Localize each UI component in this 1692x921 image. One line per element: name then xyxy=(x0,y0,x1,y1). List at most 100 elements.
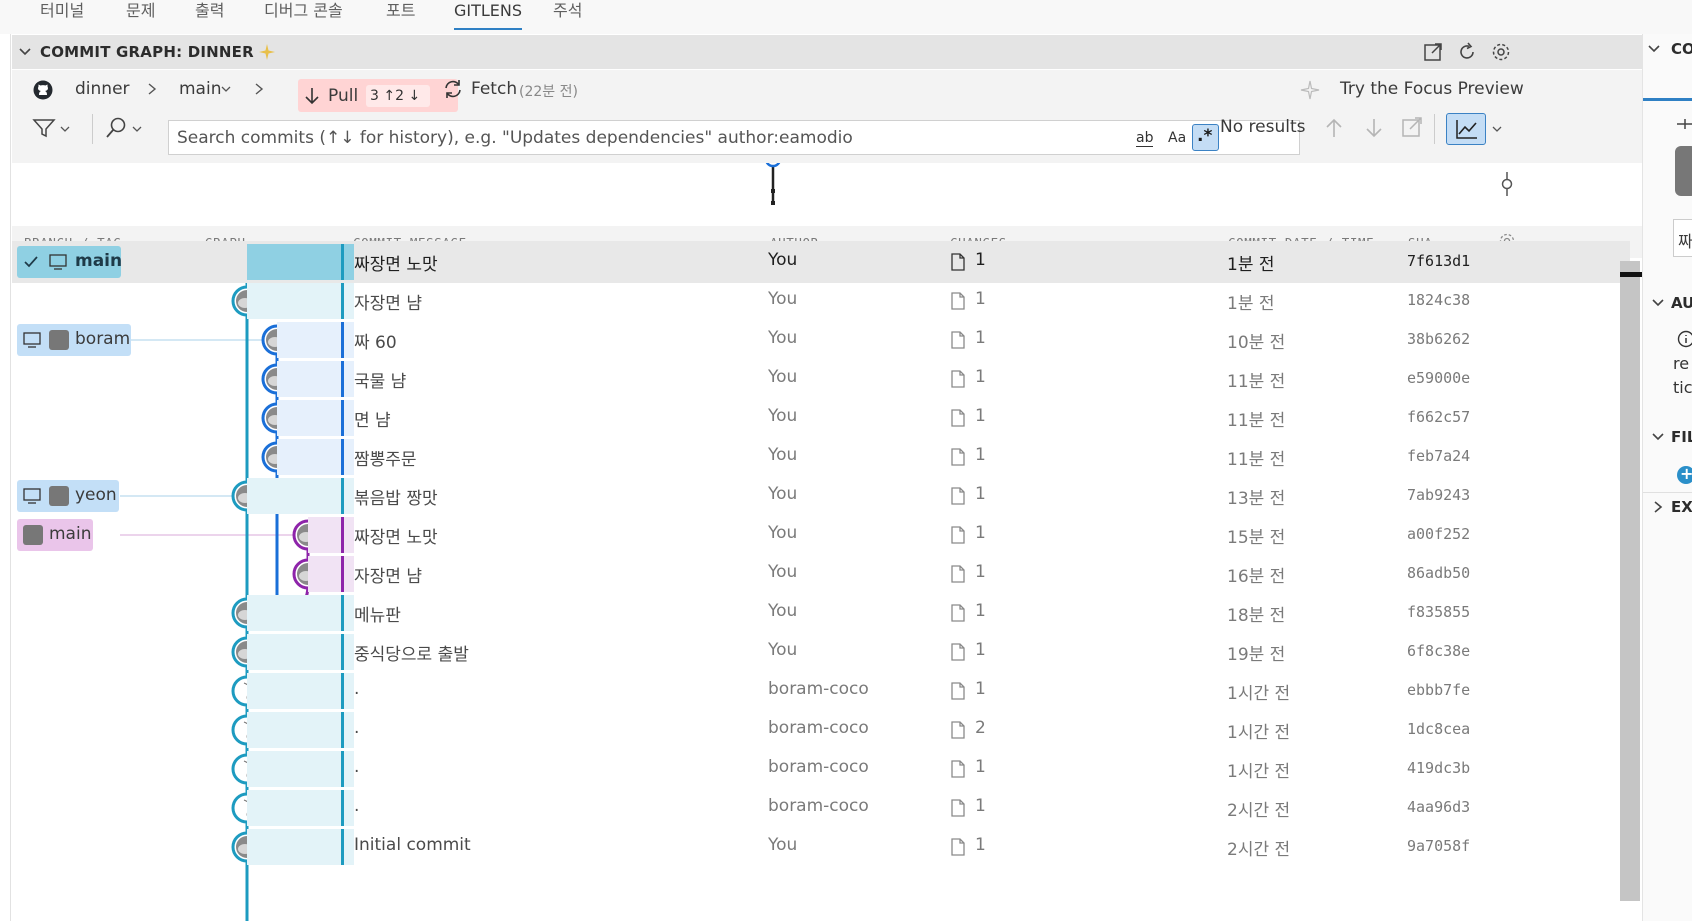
commit-message: Initial commit xyxy=(354,835,471,855)
commit-sha[interactable]: 1824c38 xyxy=(1407,291,1470,309)
commit-row[interactable]: . boram-coco 1 1시간 전 419dc3b xyxy=(12,748,1630,790)
commit-sha[interactable]: 7f613d1 xyxy=(1407,252,1470,270)
commit-row[interactable]: 짬뽕주문 You 1 11분 전 feb7a24 xyxy=(12,436,1630,478)
pin-icon[interactable] xyxy=(1675,116,1692,132)
commit-row[interactable]: . boram-coco 1 2시간 전 4aa96d3 xyxy=(12,787,1630,829)
graph-row-highlight xyxy=(247,673,354,709)
commit-row[interactable]: 메뉴판 You 1 18분 전 f835855 xyxy=(12,592,1630,634)
info-icon xyxy=(1677,330,1692,348)
tab-problems[interactable]: 문제 xyxy=(126,0,155,30)
file-icon xyxy=(951,331,965,349)
commit-sha[interactable]: 4aa96d3 xyxy=(1407,798,1470,816)
commit-row[interactable]: 짜장면 노맛 You 1 1분 전 7f613d1 main xyxy=(12,241,1630,283)
commit-minimap[interactable] xyxy=(12,150,1642,225)
match-case-toggle[interactable]: Aa xyxy=(1168,130,1186,146)
commit-row[interactable]: Initial commit You 1 2시간 전 9a7058f xyxy=(12,826,1630,868)
commit-sha[interactable]: 7ab9243 xyxy=(1407,486,1470,504)
commit-author: boram-coco xyxy=(768,796,869,816)
commit-author: You xyxy=(768,484,798,504)
chevron-down-icon[interactable] xyxy=(18,45,32,59)
gear-icon[interactable] xyxy=(1490,41,1512,63)
commit-sha[interactable]: 6f8c38e xyxy=(1407,642,1470,660)
commit-row[interactable]: 짜장면 노맛 You 1 15분 전 a00f252 main xyxy=(12,514,1630,556)
tab-gitlens[interactable]: GITLENS xyxy=(454,0,523,30)
tab-ports[interactable]: 포트 xyxy=(386,0,415,30)
branch-chip-local[interactable]: boram xyxy=(17,324,131,356)
add-icon[interactable]: + xyxy=(1677,464,1692,484)
panel-section-commit[interactable]: CO xyxy=(1671,40,1692,58)
tab-terminal[interactable]: 터미널 xyxy=(40,0,84,30)
fetch-sync-icon[interactable] xyxy=(442,78,464,100)
chevron-down-icon[interactable] xyxy=(1651,296,1665,310)
file-icon xyxy=(951,370,965,388)
commit-row[interactable]: . boram-coco 2 1시간 전 1dc8cea xyxy=(12,709,1630,751)
panel-section-files[interactable]: FIL xyxy=(1671,428,1692,446)
chevron-down-icon[interactable] xyxy=(131,126,143,134)
commit-sha[interactable]: f835855 xyxy=(1407,603,1470,621)
commit-sha[interactable]: 419dc3b xyxy=(1407,759,1470,777)
commit-sha[interactable]: ebbb7fe xyxy=(1407,681,1470,699)
chevron-down-icon[interactable] xyxy=(59,126,71,134)
commit-row[interactable]: 짜 60 You 1 10분 전 38b6262 boram xyxy=(12,319,1630,361)
commit-date: 2시간 전 xyxy=(1227,840,1291,860)
commit-message: . xyxy=(354,796,360,816)
fetch-button[interactable]: Fetch xyxy=(471,79,517,99)
chevron-down-icon[interactable] xyxy=(220,85,232,95)
chevron-down-icon[interactable] xyxy=(1491,126,1503,134)
commit-row[interactable]: 국물 냠 You 1 11분 전 e59000e xyxy=(12,358,1630,400)
commit-date: 18분 전 xyxy=(1227,606,1286,626)
commit-sha[interactable]: 1dc8cea xyxy=(1407,720,1470,738)
branch-chip-remote[interactable]: main xyxy=(17,519,93,551)
commit-sha[interactable]: 86adb50 xyxy=(1407,564,1470,582)
commit-changes-count: 1 xyxy=(975,250,986,270)
github-icon[interactable] xyxy=(32,79,54,101)
commit-sha[interactable]: 9a7058f xyxy=(1407,837,1470,855)
commit-row[interactable]: 면 냠 You 1 11분 전 f662c57 xyxy=(12,397,1630,439)
sparkle-icon xyxy=(259,44,275,60)
commit-sha[interactable]: f662c57 xyxy=(1407,408,1470,426)
commit-sha[interactable]: 38b6262 xyxy=(1407,330,1470,348)
branch-chip-local[interactable]: yeon xyxy=(17,480,119,512)
commit-changes-count: 1 xyxy=(975,562,986,582)
commit-row[interactable]: 중식당으로 출발 You 1 19분 전 6f8c38e xyxy=(12,631,1630,673)
scroll-position-marker xyxy=(1620,272,1642,277)
commit-search-box[interactable]: ab Aa .* xyxy=(168,120,1300,155)
commit-graph-header[interactable]: COMMIT GRAPH: DINNER xyxy=(12,35,1642,69)
graph-row-highlight xyxy=(247,283,354,319)
arrow-up-icon[interactable] xyxy=(1324,117,1344,139)
commit-sha[interactable]: e59000e xyxy=(1407,369,1470,387)
repo-name[interactable]: dinner xyxy=(75,79,130,99)
tab-debug-console[interactable]: 디버그 콘솔 xyxy=(264,0,343,30)
message-box: 짜 xyxy=(1673,219,1692,257)
commit-search-input[interactable] xyxy=(177,128,1127,148)
commit-row[interactable]: 자장면 냠 You 1 1분 전 1824c38 xyxy=(12,280,1630,322)
match-whole-word-toggle[interactable]: ab xyxy=(1136,130,1154,147)
branch-selector[interactable]: main xyxy=(179,79,221,99)
search-icon[interactable] xyxy=(104,116,128,140)
tab-output[interactable]: 출력 xyxy=(195,0,224,30)
refresh-icon[interactable] xyxy=(1456,41,1478,63)
filter-icon[interactable] xyxy=(32,117,56,139)
panel-section-explore[interactable]: EX xyxy=(1671,498,1692,516)
scrollbar-thumb[interactable] xyxy=(1620,261,1640,901)
open-external-icon[interactable] xyxy=(1422,41,1444,63)
commit-changes-count: 1 xyxy=(975,406,986,426)
focus-preview-link[interactable]: Try the Focus Preview xyxy=(1340,79,1524,99)
minimap-toggle-button[interactable] xyxy=(1446,113,1486,145)
commit-sha[interactable]: feb7a24 xyxy=(1407,447,1470,465)
arrow-down-icon[interactable] xyxy=(1364,117,1384,139)
commit-date: 1시간 전 xyxy=(1227,723,1291,743)
chevron-down-icon[interactable] xyxy=(1647,42,1661,56)
tab-comments[interactable]: 주석 xyxy=(553,0,582,30)
pull-button[interactable]: Pull 3 ↑2 ↓ xyxy=(298,79,458,112)
chevron-right-icon[interactable] xyxy=(1651,500,1665,514)
branch-chip-current[interactable]: main xyxy=(17,246,122,278)
commit-row[interactable]: . boram-coco 1 1시간 전 ebbb7fe xyxy=(12,670,1630,712)
open-in-view-icon[interactable] xyxy=(1401,116,1423,138)
commit-row[interactable]: 자장면 냠 You 1 16분 전 86adb50 xyxy=(12,553,1630,595)
chevron-down-icon[interactable] xyxy=(1651,430,1665,444)
commit-row[interactable]: 볶음밥 짱맛 You 1 13분 전 7ab9243 yeon xyxy=(12,475,1630,517)
regex-toggle[interactable]: .* xyxy=(1192,124,1219,151)
panel-section-autolinks[interactable]: AU xyxy=(1671,294,1692,312)
commit-sha[interactable]: a00f252 xyxy=(1407,525,1470,543)
